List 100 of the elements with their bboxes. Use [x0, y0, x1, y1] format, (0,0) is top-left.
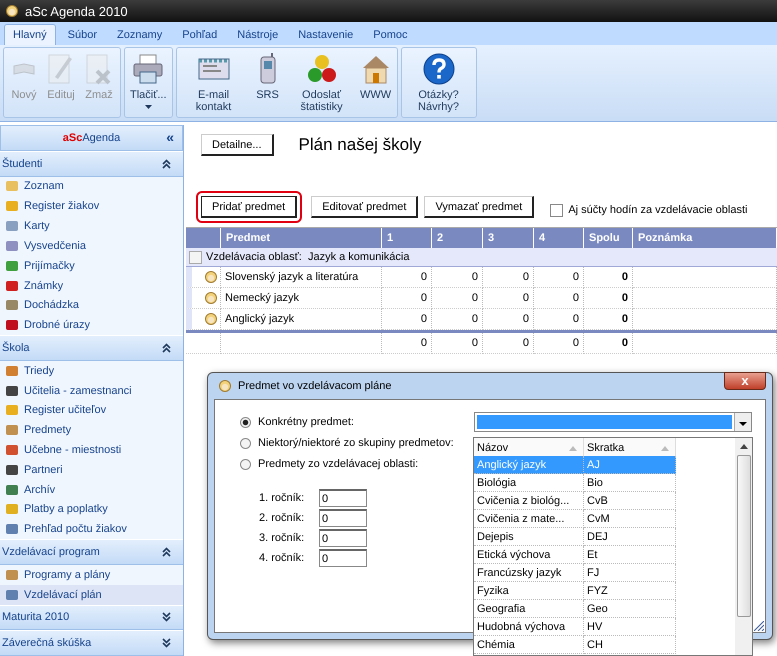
section-header[interactable]: Študenti	[0, 150, 183, 177]
list-cell[interactable]: Geografia	[474, 600, 584, 618]
sidebar-item[interactable]: Predmety	[0, 420, 183, 440]
menu-tab[interactable]: Zoznamy	[108, 25, 170, 45]
list-cell[interactable]: Chémia	[474, 636, 584, 654]
list-cell[interactable]: FYZ	[584, 582, 676, 600]
group-toggle[interactable]	[189, 250, 202, 264]
field-label: 2. ročník:	[259, 512, 306, 524]
sidebar-item[interactable]: Prehľad počtu žiakov	[0, 519, 183, 540]
sidebar-item[interactable]: Register žiakov	[0, 196, 183, 216]
field-label: 4. ročník:	[259, 552, 306, 564]
resize-grip-icon	[754, 621, 764, 631]
menu-tab[interactable]: Hlavný	[4, 24, 56, 45]
sidebar-item[interactable]: Zoznam	[0, 176, 183, 196]
radio-button[interactable]	[240, 416, 251, 428]
action-button[interactable]: Editovať predmet	[311, 196, 418, 218]
list-cell[interactable]: DEJ	[584, 528, 676, 546]
item-icon	[5, 384, 19, 398]
section-header[interactable]: Maturita 2010	[0, 604, 183, 630]
empty-cell	[186, 333, 221, 354]
action-button[interactable]: Pridať predmet	[201, 196, 298, 218]
sidebar-item[interactable]: Triedy	[0, 360, 183, 381]
sidebar-item[interactable]: Karty	[0, 216, 183, 236]
sidebar-item[interactable]: Platby a poplatky	[0, 499, 183, 520]
list-cell[interactable]: Bio	[584, 474, 676, 492]
sidebar-item[interactable]: Učitelia - zamestnanci	[0, 380, 183, 400]
ribbon-button[interactable]: SRS	[248, 50, 287, 115]
list-cell[interactable]: Fyzika	[474, 582, 584, 600]
menu-tab[interactable]: Súbor	[60, 25, 105, 45]
menu-tab[interactable]: Nástroje	[229, 25, 286, 45]
radio-button[interactable]	[240, 458, 251, 470]
ribbon-button[interactable]: Otázky? Návrhy?	[404, 50, 474, 115]
close-button[interactable]: x	[724, 372, 766, 390]
item-icon	[5, 199, 19, 214]
collapse-icon	[162, 158, 171, 169]
table-cell: 0	[483, 288, 534, 309]
list-cell[interactable]: Francúzsky jazyk	[474, 564, 584, 582]
list-cell[interactable]: HV	[584, 618, 676, 636]
person-icon	[204, 291, 218, 305]
window-title: aSc Agenda 2010	[25, 4, 128, 18]
action-button[interactable]: Vymazať predmet	[424, 196, 534, 218]
person-icon	[204, 270, 218, 284]
list-cell[interactable]: CvB	[584, 492, 676, 510]
section-header[interactable]: Škola	[0, 335, 183, 361]
sidebar-item[interactable]: Partneri	[0, 460, 183, 480]
list-cell[interactable]: Biológia	[474, 474, 584, 492]
ribbon-button[interactable]: Odoslať štatistiky	[286, 50, 357, 115]
list-cell[interactable]: Cvičenia z biológ...	[474, 492, 584, 510]
checkbox[interactable]	[550, 204, 564, 216]
sidebar-item[interactable]: Prijímačky	[0, 256, 183, 276]
sidebar-item[interactable]: Programy a plány	[0, 564, 183, 585]
radio-button[interactable]	[240, 438, 251, 448]
list-cell[interactable]: CvM	[584, 510, 676, 528]
sidebar-item[interactable]: Drobné úrazy	[0, 315, 183, 336]
table-cell: 0	[483, 333, 534, 354]
list-cell[interactable]: Hudobná výchova	[474, 618, 584, 636]
section-header[interactable]: Vzdelávací program	[0, 539, 183, 565]
item-icon	[5, 522, 19, 536]
sort-icon	[569, 446, 577, 450]
list-cell[interactable]: FJ	[584, 564, 676, 582]
ribbon-button[interactable]: WWW	[356, 50, 395, 115]
person-icon	[5, 4, 19, 18]
scrollbar[interactable]	[735, 438, 752, 655]
table-cell: 0	[534, 267, 584, 288]
sidebar-item[interactable]: Vzdelávací plán	[0, 584, 183, 604]
input-field[interactable]: 0	[319, 489, 367, 507]
table-cell: 0	[382, 288, 432, 309]
sidebar-item[interactable]: Archív	[0, 480, 183, 500]
list-cell[interactable]: Dejepis	[474, 528, 584, 546]
ribbon-button[interactable]: Tlačiť...	[127, 50, 170, 115]
menu-tab[interactable]: Nastavenie	[290, 25, 362, 45]
scroll-thumb[interactable]	[736, 455, 750, 617]
item-icon	[5, 238, 19, 253]
item-icon	[5, 298, 19, 312]
list-cell[interactable]: Cvičenia z mate...	[474, 510, 584, 528]
expand-icon	[162, 612, 171, 622]
dropdown-button[interactable]	[734, 413, 751, 431]
list-cell[interactable]: Geo	[584, 600, 676, 618]
sidebar-item[interactable]: Známky	[0, 276, 183, 296]
item-icon	[5, 364, 19, 378]
input-field[interactable]: 0	[319, 509, 367, 527]
sidebar-item[interactable]: Register učiteľov	[0, 400, 183, 420]
collapse-button[interactable]: «	[166, 129, 174, 145]
menu-tab[interactable]: Pohľad	[174, 25, 226, 45]
item-icon	[5, 482, 19, 497]
menu-tab[interactable]: Pomoc	[365, 25, 416, 45]
collapse-icon	[162, 546, 171, 557]
sidebar-item[interactable]: Dochádzka	[0, 295, 183, 316]
item-icon	[5, 588, 19, 602]
details-button[interactable]: Detailne...	[201, 134, 274, 156]
list-cell[interactable]: Etická výchova	[474, 546, 584, 564]
list-cell[interactable]: CH	[584, 636, 676, 654]
sidebar-item[interactable]: Učebne - miestnosti	[0, 440, 183, 460]
ribbon-button[interactable]: E-mail kontakt	[178, 50, 249, 115]
section-header[interactable]: Záverečná skúška	[0, 630, 183, 656]
field-label: 3. ročník:	[259, 532, 306, 544]
input-field[interactable]: 0	[319, 529, 367, 547]
input-field[interactable]: 0	[319, 549, 367, 567]
sidebar-item[interactable]: Vysvedčenia	[0, 236, 183, 256]
list-cell[interactable]: Et	[584, 546, 676, 564]
